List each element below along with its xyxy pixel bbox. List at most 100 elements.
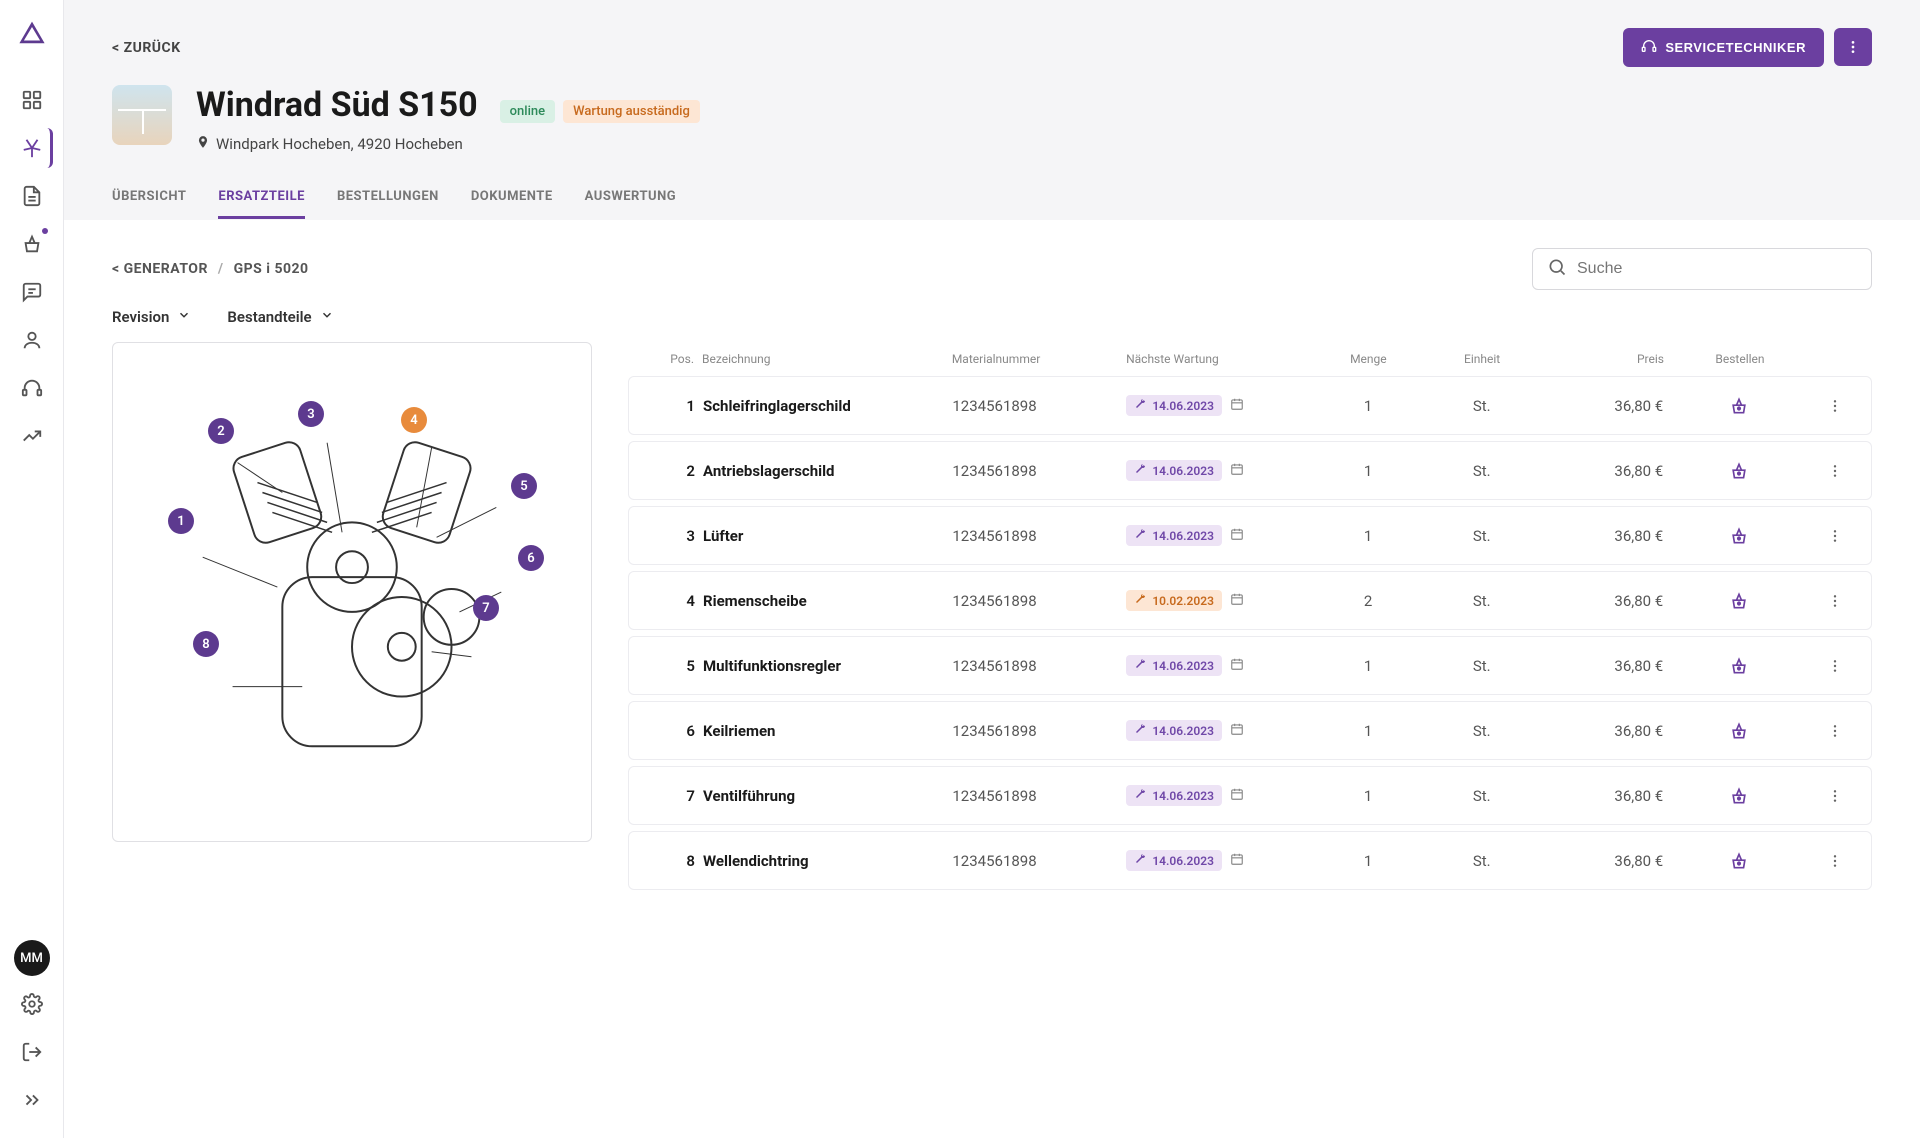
order-button[interactable] [1671, 851, 1807, 871]
nav-analytics[interactable] [12, 416, 52, 456]
cell-name: Ventilführung [703, 787, 944, 805]
nav-dashboard[interactable] [12, 80, 52, 120]
col-bestellen: Bestellen [1672, 352, 1808, 366]
wrench-icon [1134, 463, 1146, 478]
tabs: ÜBERSICHT ERSATZTEILE BESTELLUNGEN DOKUM… [112, 177, 1872, 220]
diagram-marker-3[interactable]: 3 [298, 401, 324, 427]
cell-wartung: 10.02.2023 [1126, 590, 1307, 611]
cell-einheit: St. [1429, 592, 1535, 610]
col-name: Bezeichnung [702, 352, 944, 366]
table-row[interactable]: 1Schleifringlagerschild123456189814.06.2… [628, 376, 1872, 435]
breadcrumb-parent[interactable]: < GENERATOR [112, 261, 208, 277]
order-button[interactable] [1671, 526, 1807, 546]
nav-logout[interactable] [12, 1032, 52, 1072]
cell-preis: 36,80 € [1543, 722, 1664, 740]
search-input[interactable] [1577, 260, 1857, 278]
order-button[interactable] [1671, 461, 1807, 481]
maintenance-pill: 14.06.2023 [1126, 525, 1222, 546]
row-more-button[interactable] [1815, 463, 1855, 479]
nav-basket[interactable] [12, 224, 52, 264]
filter-revision[interactable]: Revision [112, 308, 191, 326]
calendar-icon[interactable] [1230, 852, 1244, 870]
nav-user[interactable] [12, 320, 52, 360]
row-more-button[interactable] [1815, 723, 1855, 739]
table-row[interactable]: 8Wellendichtring123456189814.06.20231St.… [628, 831, 1872, 890]
diagram-marker-5[interactable]: 5 [511, 473, 537, 499]
search-box[interactable] [1532, 248, 1872, 290]
table-row[interactable]: 4Riemenscheibe123456189810.02.20232St.36… [628, 571, 1872, 630]
table-row[interactable]: 5Multifunktionsregler123456189814.06.202… [628, 636, 1872, 695]
nav-documents[interactable] [12, 176, 52, 216]
table-row[interactable]: 6Keilriemen123456189814.06.20231St.36,80… [628, 701, 1872, 760]
servicetechniker-button[interactable]: SERVICETECHNIKER [1623, 28, 1824, 67]
cell-pos: 2 [645, 462, 695, 480]
order-button[interactable] [1671, 721, 1807, 741]
diagram-marker-8[interactable]: 8 [193, 631, 219, 657]
wrench-icon [1134, 528, 1146, 543]
order-button[interactable] [1671, 786, 1807, 806]
order-button[interactable] [1671, 591, 1807, 611]
cell-preis: 36,80 € [1543, 657, 1664, 675]
user-avatar[interactable]: MM [14, 940, 50, 976]
cell-menge: 1 [1315, 657, 1421, 675]
calendar-icon[interactable] [1230, 657, 1244, 675]
cell-material: 1234561898 [952, 657, 1118, 675]
diagram-marker-1[interactable]: 1 [168, 508, 194, 534]
cell-name: Lüfter [703, 527, 944, 545]
row-more-button[interactable] [1815, 788, 1855, 804]
cell-einheit: St. [1429, 657, 1535, 675]
cell-material: 1234561898 [952, 592, 1118, 610]
filter-revision-label: Revision [112, 308, 169, 326]
cell-preis: 36,80 € [1543, 787, 1664, 805]
cell-pos: 3 [645, 527, 695, 545]
cell-preis: 36,80 € [1543, 592, 1664, 610]
tab-ersatzteile[interactable]: ERSATZTEILE [218, 177, 305, 219]
row-more-button[interactable] [1815, 398, 1855, 414]
cell-material: 1234561898 [952, 852, 1118, 870]
cell-einheit: St. [1429, 722, 1535, 740]
calendar-icon[interactable] [1230, 527, 1244, 545]
maintenance-pill: 14.06.2023 [1126, 785, 1222, 806]
row-more-button[interactable] [1815, 528, 1855, 544]
calendar-icon[interactable] [1230, 462, 1244, 480]
tab-auswertung[interactable]: AUSWERTUNG [585, 177, 677, 219]
row-more-button[interactable] [1815, 658, 1855, 674]
diagram-marker-6[interactable]: 6 [518, 545, 544, 571]
breadcrumb-current: GPS i 5020 [234, 261, 309, 277]
cell-wartung: 14.06.2023 [1126, 655, 1307, 676]
nav-messages[interactable] [12, 272, 52, 312]
calendar-icon[interactable] [1230, 722, 1244, 740]
row-more-button[interactable] [1815, 593, 1855, 609]
diagram-marker-7[interactable]: 7 [473, 595, 499, 621]
calendar-icon[interactable] [1230, 787, 1244, 805]
nav-expand[interactable] [12, 1080, 52, 1120]
tab-uebersicht[interactable]: ÜBERSICHT [112, 177, 186, 219]
table-row[interactable]: 3Lüfter123456189814.06.20231St.36,80 € [628, 506, 1872, 565]
back-link[interactable]: < ZURÜCK [112, 40, 181, 56]
col-pos: Pos. [644, 352, 694, 366]
order-button[interactable] [1671, 656, 1807, 676]
cell-einheit: St. [1429, 852, 1535, 870]
status-badge-online: online [500, 100, 555, 123]
tab-dokumente[interactable]: DOKUMENTE [471, 177, 553, 219]
header-more-button[interactable] [1834, 28, 1872, 66]
col-material: Materialnummer [952, 352, 1118, 366]
calendar-icon[interactable] [1230, 397, 1244, 415]
cell-pos: 6 [645, 722, 695, 740]
nav-support[interactable] [12, 368, 52, 408]
breadcrumb[interactable]: < GENERATOR / GPS i 5020 [112, 261, 309, 277]
table-row[interactable]: 7Ventilführung123456189814.06.20231St.36… [628, 766, 1872, 825]
nav-settings[interactable] [12, 984, 52, 1024]
calendar-icon[interactable] [1230, 592, 1244, 610]
tab-bestellungen[interactable]: BESTELLUNGEN [337, 177, 439, 219]
row-more-button[interactable] [1815, 853, 1855, 869]
order-button[interactable] [1671, 396, 1807, 416]
diagram-marker-4[interactable]: 4 [401, 407, 427, 433]
cell-preis: 36,80 € [1543, 852, 1664, 870]
table-row[interactable]: 2Antriebslagerschild123456189814.06.2023… [628, 441, 1872, 500]
nav-windrad[interactable] [13, 128, 53, 168]
col-menge: Menge [1315, 352, 1421, 366]
cell-pos: 7 [645, 787, 695, 805]
filter-bestandteile[interactable]: Bestandteile [227, 308, 333, 326]
diagram-marker-2[interactable]: 2 [208, 418, 234, 444]
